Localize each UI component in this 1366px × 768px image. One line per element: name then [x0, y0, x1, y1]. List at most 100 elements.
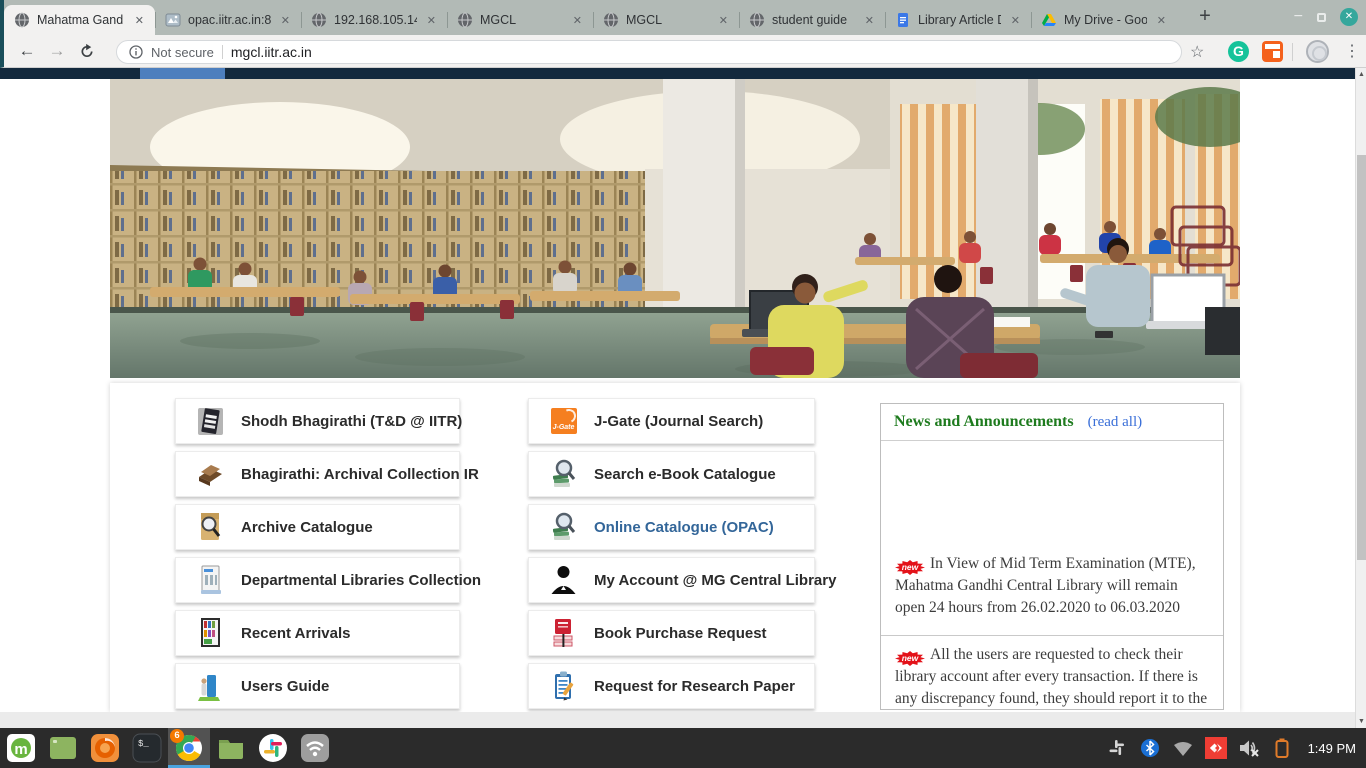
user-account-icon: [550, 564, 577, 596]
page-background-band: [0, 712, 1355, 728]
folder-icon: [216, 733, 246, 763]
tab-opac[interactable]: opac.iitr.ac.in:8 ✕: [155, 5, 301, 35]
file-manager-launcher[interactable]: [210, 728, 252, 768]
anydesk-icon[interactable]: [1205, 737, 1227, 759]
link-users-guide[interactable]: Users Guide: [175, 663, 460, 709]
news-item: newAll the users are requested to check …: [881, 635, 1223, 710]
tab-ip-address[interactable]: 192.168.105.14 ✕: [301, 5, 447, 35]
scroll-down-icon[interactable]: ▼: [1356, 715, 1366, 728]
link-label: Search e-Book Catalogue: [594, 466, 776, 483]
slack-launcher[interactable]: [252, 728, 294, 768]
bookmark-star-icon[interactable]: ☆: [1190, 42, 1204, 62]
mint-menu-button[interactable]: m: [0, 728, 42, 768]
close-tab-icon[interactable]: ✕: [1154, 13, 1169, 28]
reload-icon[interactable]: [72, 43, 102, 60]
globe-icon: [749, 12, 765, 28]
url-text[interactable]: mgcl.iitr.ac.in: [231, 44, 312, 60]
window-controls: − ✕: [1294, 8, 1358, 26]
news-panel: News and Announcements (read all) newIn …: [880, 403, 1224, 710]
profile-avatar[interactable]: [1306, 40, 1329, 63]
tab-mgcl-2[interactable]: MGCL ✕: [593, 5, 739, 35]
tab-title: student guide: [772, 13, 855, 27]
tab-library-article[interactable]: Library Article D ✕: [885, 5, 1031, 35]
site-nav-active-item[interactable]: [140, 68, 225, 79]
info-icon[interactable]: [129, 45, 143, 59]
taskbar-clock[interactable]: 1:49 PM: [1308, 741, 1356, 756]
tab-title: MGCL: [480, 13, 563, 27]
firefox-icon: [90, 733, 120, 763]
link-label: Departmental Libraries Collection: [241, 572, 481, 589]
news-header: News and Announcements (read all): [881, 404, 1223, 441]
link-label: Request for Research Paper: [594, 678, 795, 695]
news-item: newIn View of Mid Term Examination (MTE)…: [881, 553, 1223, 635]
desktop-icon: [48, 733, 78, 763]
link-bhagirathi-archival[interactable]: Bhagirathi: Archival Collection IR: [175, 451, 460, 497]
orange-extension-icon[interactable]: [1262, 41, 1283, 62]
link-book-purchase-request[interactable]: Book Purchase Request: [528, 610, 815, 656]
volume-muted-icon[interactable]: [1238, 737, 1260, 759]
bookshelf-icon: [197, 617, 224, 649]
news-title: News and Announcements: [894, 413, 1074, 431]
browser-tab-strip: Mahatma Gand ✕ opac.iitr.ac.in:8 ✕ 192.1…: [0, 0, 1366, 35]
link-recent-arrivals[interactable]: Recent Arrivals: [175, 610, 460, 656]
tab-title: Library Article D: [918, 13, 1001, 27]
close-tab-icon[interactable]: ✕: [1008, 13, 1023, 28]
linux-mint-icon: m: [6, 733, 36, 763]
network-signal-icon[interactable]: [1172, 737, 1194, 759]
terminal-launcher[interactable]: $_: [126, 728, 168, 768]
chrome-notification-badge: 6: [170, 729, 184, 743]
browser-menu-icon[interactable]: ⋮: [1342, 38, 1362, 65]
close-window-icon[interactable]: ✕: [1340, 8, 1358, 26]
close-tab-icon[interactable]: ✕: [424, 13, 439, 28]
user-kiosk-icon: [197, 670, 224, 702]
bluetooth-icon[interactable]: [1139, 737, 1161, 759]
link-jgate[interactable]: J-Gate J-Gate (Journal Search): [528, 398, 815, 444]
new-badge-icon: new: [895, 560, 925, 575]
link-label: My Account @ MG Central Library: [594, 572, 836, 589]
jgate-icon-text: J-Gate: [553, 424, 575, 431]
close-tab-icon[interactable]: ✕: [278, 13, 293, 28]
show-desktop-button[interactable]: [42, 728, 84, 768]
tab-my-drive[interactable]: My Drive - Goo ✕: [1031, 5, 1177, 35]
desktop-screen: Mahatma Gand ✕ opac.iitr.ac.in:8 ✕ 192.1…: [0, 0, 1366, 768]
department-building-icon: [197, 564, 224, 596]
chrome-launcher[interactable]: 6: [168, 728, 210, 768]
tab-student-guide[interactable]: student guide ✕: [739, 5, 885, 35]
battery-icon[interactable]: [1271, 737, 1293, 759]
slack-tray-icon[interactable]: [1106, 737, 1128, 759]
link-archive-catalogue[interactable]: Archive Catalogue: [175, 504, 460, 550]
close-tab-icon[interactable]: ✕: [716, 13, 731, 28]
address-bar[interactable]: Not secure mgcl.iitr.ac.in: [116, 40, 1182, 64]
tab-title: My Drive - Goo: [1064, 13, 1147, 27]
link-request-research-paper[interactable]: Request for Research Paper: [528, 663, 815, 709]
close-tab-icon[interactable]: ✕: [132, 13, 147, 28]
network-tool-launcher[interactable]: [294, 728, 336, 768]
close-tab-icon[interactable]: ✕: [862, 13, 877, 28]
globe-icon: [457, 12, 473, 28]
tab-mahatma-gandhi[interactable]: Mahatma Gand ✕: [4, 5, 155, 35]
security-label: Not secure: [151, 45, 214, 60]
link-shodh-bhagirathi[interactable]: Shodh Bhagirathi (T&D @ IITR): [175, 398, 460, 444]
link-online-catalogue-opac[interactable]: Online Catalogue (OPAC): [528, 504, 815, 550]
back-icon[interactable]: ←: [12, 41, 42, 61]
opac-search-icon: [550, 511, 577, 543]
forward-icon[interactable]: →: [42, 41, 72, 61]
minimize-window-icon[interactable]: −: [1294, 9, 1303, 25]
link-departmental-libraries[interactable]: Departmental Libraries Collection: [175, 557, 460, 603]
browser-toolbar: ← → Not secure mgcl.iitr.ac.in ☆ G ⋮: [0, 35, 1366, 68]
news-read-all-link[interactable]: (read all): [1088, 414, 1143, 431]
grammarly-extension-icon[interactable]: G: [1228, 41, 1249, 62]
restore-window-icon[interactable]: [1317, 13, 1326, 22]
link-label: Online Catalogue (OPAC): [594, 519, 774, 536]
scrollbar-thumb[interactable]: [1357, 155, 1366, 560]
page-scrollbar[interactable]: ▲ ▼: [1355, 68, 1366, 728]
link-my-account[interactable]: My Account @ MG Central Library: [528, 557, 815, 603]
firefox-launcher[interactable]: [84, 728, 126, 768]
scroll-up-icon[interactable]: ▲: [1356, 68, 1366, 81]
close-tab-icon[interactable]: ✕: [570, 13, 585, 28]
tab-mgcl-1[interactable]: MGCL ✕: [447, 5, 593, 35]
wifi-icon: [300, 733, 330, 763]
new-tab-button[interactable]: +: [1191, 3, 1219, 31]
link-search-ebook-catalogue[interactable]: Search e-Book Catalogue: [528, 451, 815, 497]
terminal-icon: $_: [132, 733, 162, 763]
